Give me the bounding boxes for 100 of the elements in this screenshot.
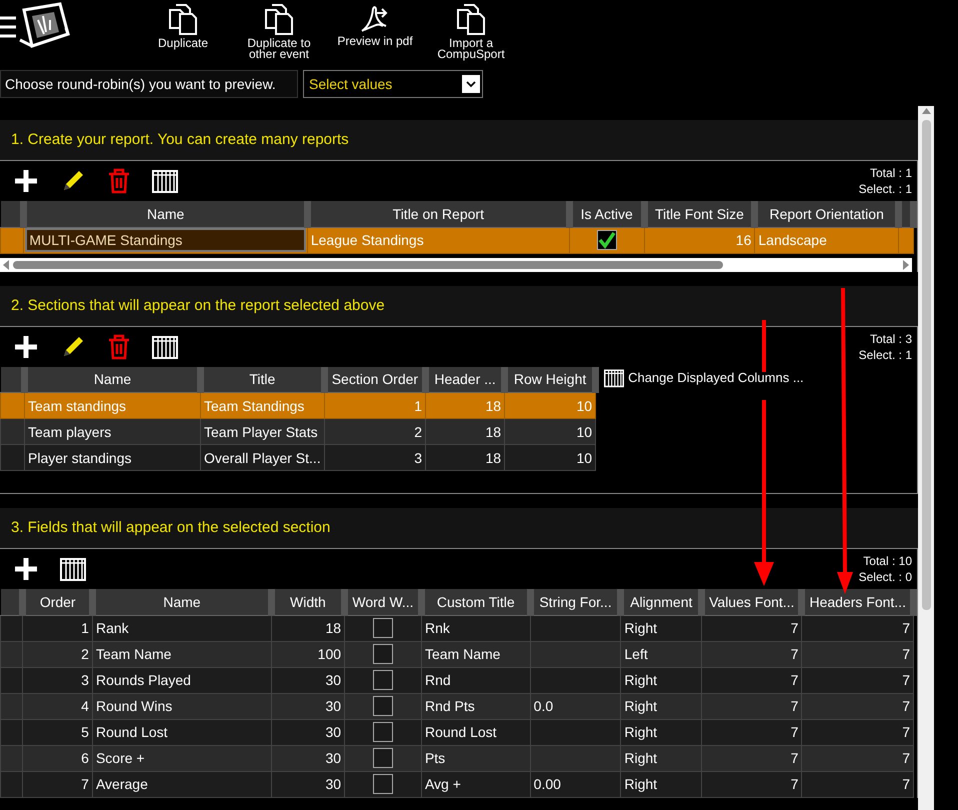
checkbox[interactable] (372, 618, 393, 638)
add-icon[interactable] (13, 334, 39, 360)
table-row[interactable]: Team players Team Player Stats 2 18 10 (0, 418, 596, 444)
table-cell: Left (620, 641, 702, 667)
columns-icon[interactable] (152, 168, 178, 194)
scroll-left-icon[interactable] (3, 260, 9, 270)
table-cell: 7 (22, 771, 92, 797)
table-cell: 30 (271, 719, 345, 745)
selected-count: Select. : 0 (858, 569, 912, 585)
section-title: 3. Fields that will appear on the selected section (0, 508, 918, 549)
table-cell: 0.00 (530, 771, 621, 797)
scroll-up-icon[interactable] (922, 106, 930, 116)
checkbox[interactable] (596, 230, 617, 250)
table-cell: 7 (702, 667, 802, 693)
table-cell: 7 (802, 719, 914, 745)
toolbar-button[interactable]: Import a CompuSport (423, 0, 519, 60)
table-cell: Round Lost (421, 719, 530, 745)
toolbar-button[interactable]: Duplicate to other event (231, 0, 327, 60)
checkbox[interactable] (372, 696, 393, 716)
table-cell: Right (620, 667, 702, 693)
table-row[interactable]: Player standings Overall Player St... 3 18 10 (0, 444, 596, 470)
checkbox[interactable] (372, 670, 393, 690)
table-cell: Team players (24, 418, 200, 444)
table-row[interactable]: 1 Rank 18 Rnk Right 7 7 (0, 615, 914, 641)
table-cell: 7 (802, 667, 914, 693)
table-cell: 0.0 (530, 693, 621, 719)
table-row[interactable]: 4 Round Wins 30 Rnd Pts 0.0 Right 7 7 (0, 693, 914, 719)
table-cell: Overall Player St... (200, 444, 324, 470)
table-cell: Right (620, 745, 702, 771)
table-cell: Team Standings (200, 392, 324, 418)
table-cell: Right (620, 719, 702, 745)
table-cell: 10 (504, 392, 596, 418)
columns-icon[interactable] (604, 368, 624, 388)
table-cell: Pts (421, 745, 530, 771)
table-cell: 1 (324, 392, 426, 418)
total-count: Total : 10 (863, 553, 912, 569)
table-cell: 7 (802, 693, 914, 719)
table-row[interactable]: 2 Team Name 100 Team Name Left 7 7 (0, 641, 914, 667)
table-row[interactable]: 6 Score + 30 Pts Right 7 7 (0, 745, 914, 771)
table-cell: 16 (644, 227, 755, 253)
copy-icon (168, 4, 198, 36)
add-icon[interactable] (13, 556, 39, 582)
vertical-scrollbar[interactable] (918, 106, 934, 810)
trash-icon[interactable] (107, 168, 131, 194)
table-row[interactable]: MULTI-GAME Standings League Standings 16 Landscape (0, 227, 914, 253)
table-cell: League Standings (307, 227, 570, 253)
checkbox[interactable] (372, 644, 393, 664)
toolbar-button[interactable]: Duplicate (135, 0, 231, 60)
menu-icon[interactable] (0, 14, 16, 40)
columns-icon[interactable] (152, 334, 178, 360)
table-cell: Landscape (754, 227, 898, 253)
table-cell: Team standings (24, 392, 200, 418)
toolbar-button[interactable]: Preview in pdf (327, 0, 423, 60)
table-cell: 30 (271, 771, 345, 797)
section-title: 1. Create your report. You can create many reports (0, 120, 918, 161)
row-header-corner (0, 589, 23, 615)
table-cell: 30 (271, 745, 345, 771)
table-cell: 7 (802, 771, 914, 797)
change-columns-link[interactable]: Change Displayed Columns ... (604, 368, 804, 388)
table-cell: 7 (802, 641, 914, 667)
table-cell: Average (92, 771, 272, 797)
add-icon[interactable] (13, 168, 39, 194)
table-cell: 7 (702, 641, 802, 667)
table-cell: Team Name (421, 641, 530, 667)
table-cell: 5 (22, 719, 92, 745)
input-field[interactable]: MULTI-GAME Standings (25, 228, 306, 252)
table-cell: 7 (702, 719, 802, 745)
checkbox[interactable] (372, 774, 393, 794)
table-cell: 7 (702, 693, 802, 719)
horizontal-scrollbar[interactable] (0, 258, 912, 272)
table-cell: Score + (92, 745, 272, 771)
select-field[interactable]: Select values (309, 76, 449, 92)
selected-count: Select. : 1 (858, 181, 912, 197)
table-cell: 4 (22, 693, 92, 719)
table-cell: 18 (426, 444, 505, 470)
table-cell: 7 (802, 615, 914, 641)
table-cell: Avg + (421, 771, 530, 797)
checkbox[interactable] (372, 722, 393, 742)
table-cell: 7 (702, 771, 802, 797)
columns-icon[interactable] (60, 556, 86, 582)
table-cell: 7 (702, 745, 802, 771)
total-count: Total : 1 (870, 165, 912, 181)
table-row[interactable]: 5 Round Lost 30 Round Lost Right 7 7 (0, 719, 914, 745)
table-cell: Right (620, 771, 702, 797)
table-row[interactable]: 7 Average 30 Avg + 0.00 Right 7 7 (0, 771, 914, 797)
checkbox[interactable] (372, 748, 393, 768)
select-dropdown[interactable]: Select values (303, 70, 483, 98)
table-cell: 3 (22, 667, 92, 693)
trash-icon[interactable] (107, 334, 131, 360)
table-cell: Rank (92, 615, 272, 641)
scroll-right-icon[interactable] (903, 260, 909, 270)
table-cell: Rnd Pts (421, 693, 530, 719)
table-row[interactable]: 3 Rounds Played 30 Rnd Right 7 7 (0, 667, 914, 693)
table-cell: 100 (271, 641, 345, 667)
table-cell: Right (620, 693, 702, 719)
table-cell: 30 (271, 693, 345, 719)
total-count: Total : 3 (870, 330, 912, 346)
table-cell: 30 (271, 667, 345, 693)
table-cell: Team Name (92, 641, 272, 667)
row-header-corner (0, 201, 24, 227)
